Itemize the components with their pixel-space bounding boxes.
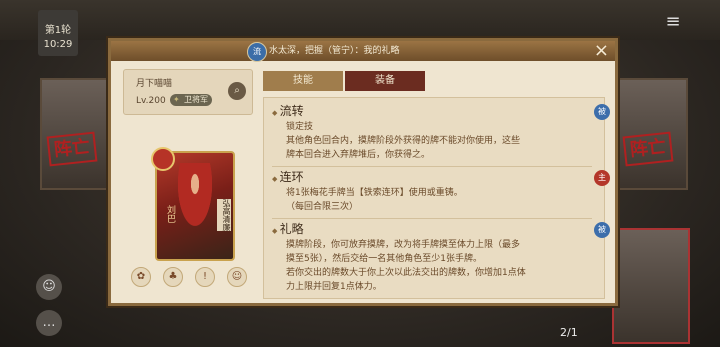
rank-badge: 卫将军: [170, 94, 212, 106]
skill-desc-line: 摸牌阶段，你可放弃摸牌，改为将手牌摸至体力上限（最多: [286, 240, 521, 250]
dialog-header: 流 水太深，把握（管宁）：我的礼略 ×: [111, 41, 615, 62]
hero-name: 刘巴: [165, 205, 175, 223]
skill-origin-badge: 流: [247, 42, 267, 62]
opponents-bar: [0, 0, 720, 40]
player-name: 月下喵喵: [136, 79, 173, 89]
hero-card: 刘巴 弘高清廉: [151, 147, 235, 261]
hero-seal: 弘高清廉: [217, 199, 231, 231]
skill-type-badge: 被: [594, 222, 610, 238]
skill-desc-line: 牌本回合进入弃牌堆后，你获得之。: [286, 150, 431, 160]
player-level: Lv.200: [136, 96, 166, 106]
self-portrait[interactable]: [612, 228, 690, 344]
round-indicator: 第1轮 10:29: [38, 10, 78, 56]
skill-type-badge: 主: [594, 170, 610, 186]
header-quote: 水太深，把握（管宁）：我的礼略: [269, 46, 400, 56]
emote-icon[interactable]: ☺: [227, 267, 247, 287]
skill-desc-line: 力上限并回复1点体力。: [286, 282, 382, 292]
skill-name: 流转: [272, 102, 304, 119]
skill-desc-line: （每回合限三次）: [286, 202, 359, 212]
search-icon[interactable]: ⌕: [228, 82, 246, 100]
dead-seal-right: 阵亡: [622, 131, 674, 167]
chat-icon[interactable]: …: [36, 310, 62, 336]
hand-card-count: 2/1: [560, 326, 578, 339]
skill-item-lianhuan: 连环 主 将1张梅花手牌当【铁索连环】使用或重铸。 （每回合限三次）: [272, 168, 610, 219]
skill-item-lilue: 礼略 被 摸牌阶段，你可放弃摸牌，改为将手牌摸至体力上限（最多 摸至5张），然后…: [272, 220, 610, 296]
round-label: 第1轮: [44, 25, 72, 36]
skill-desc-line: 若你交出的牌数大于你上次以此法交出的牌数，你增加1点体: [286, 268, 526, 278]
skill-desc-line: 其他角色回合内，摸牌阶段外获得的牌不能对你使用，这些: [286, 136, 521, 146]
emoji-icon[interactable]: ☺: [36, 274, 62, 300]
close-icon[interactable]: ×: [594, 41, 609, 61]
skill-desc-line: 锁定技: [286, 122, 314, 132]
dead-seal-left: 阵亡: [46, 131, 98, 167]
skill-name: 连环: [272, 168, 304, 185]
skills-list: 流转 被 锁定技 其他角色回合内，摸牌阶段外获得的牌不能对你使用，这些 牌本回合…: [263, 97, 610, 299]
tab-equipment[interactable]: 装备: [345, 71, 425, 91]
menu-icon[interactable]: ≡: [660, 10, 686, 36]
skill-desc-line: 将1张梅花手牌当【铁索连环】使用或重铸。: [286, 188, 463, 198]
skill-item-liuzhuan: 流转 被 锁定技 其他角色回合内，摸牌阶段外获得的牌不能对你使用，这些 牌本回合…: [272, 102, 610, 167]
tab-skills[interactable]: 技能: [263, 71, 343, 91]
skill-desc-line: 摸至5张），然后交给一名其他角色至少1张手牌。: [286, 254, 482, 264]
skill-name: 礼略: [272, 220, 304, 237]
skill-type-badge: 被: [594, 104, 610, 120]
general-info-dialog: 流 水太深，把握（管宁）：我的礼略 × 月下喵喵 Lv.200 卫将军 ⌕ 刘巴…: [108, 38, 618, 306]
player-info-panel: 月下喵喵 Lv.200 卫将军 ⌕: [123, 69, 253, 115]
round-timer: 10:29: [43, 39, 73, 50]
hero-portrait: [175, 163, 215, 233]
flower-icon[interactable]: ✿: [131, 267, 151, 287]
faction-icon: [151, 147, 175, 171]
gift-icon[interactable]: ♣: [163, 267, 183, 287]
warning-icon[interactable]: !: [195, 267, 215, 287]
